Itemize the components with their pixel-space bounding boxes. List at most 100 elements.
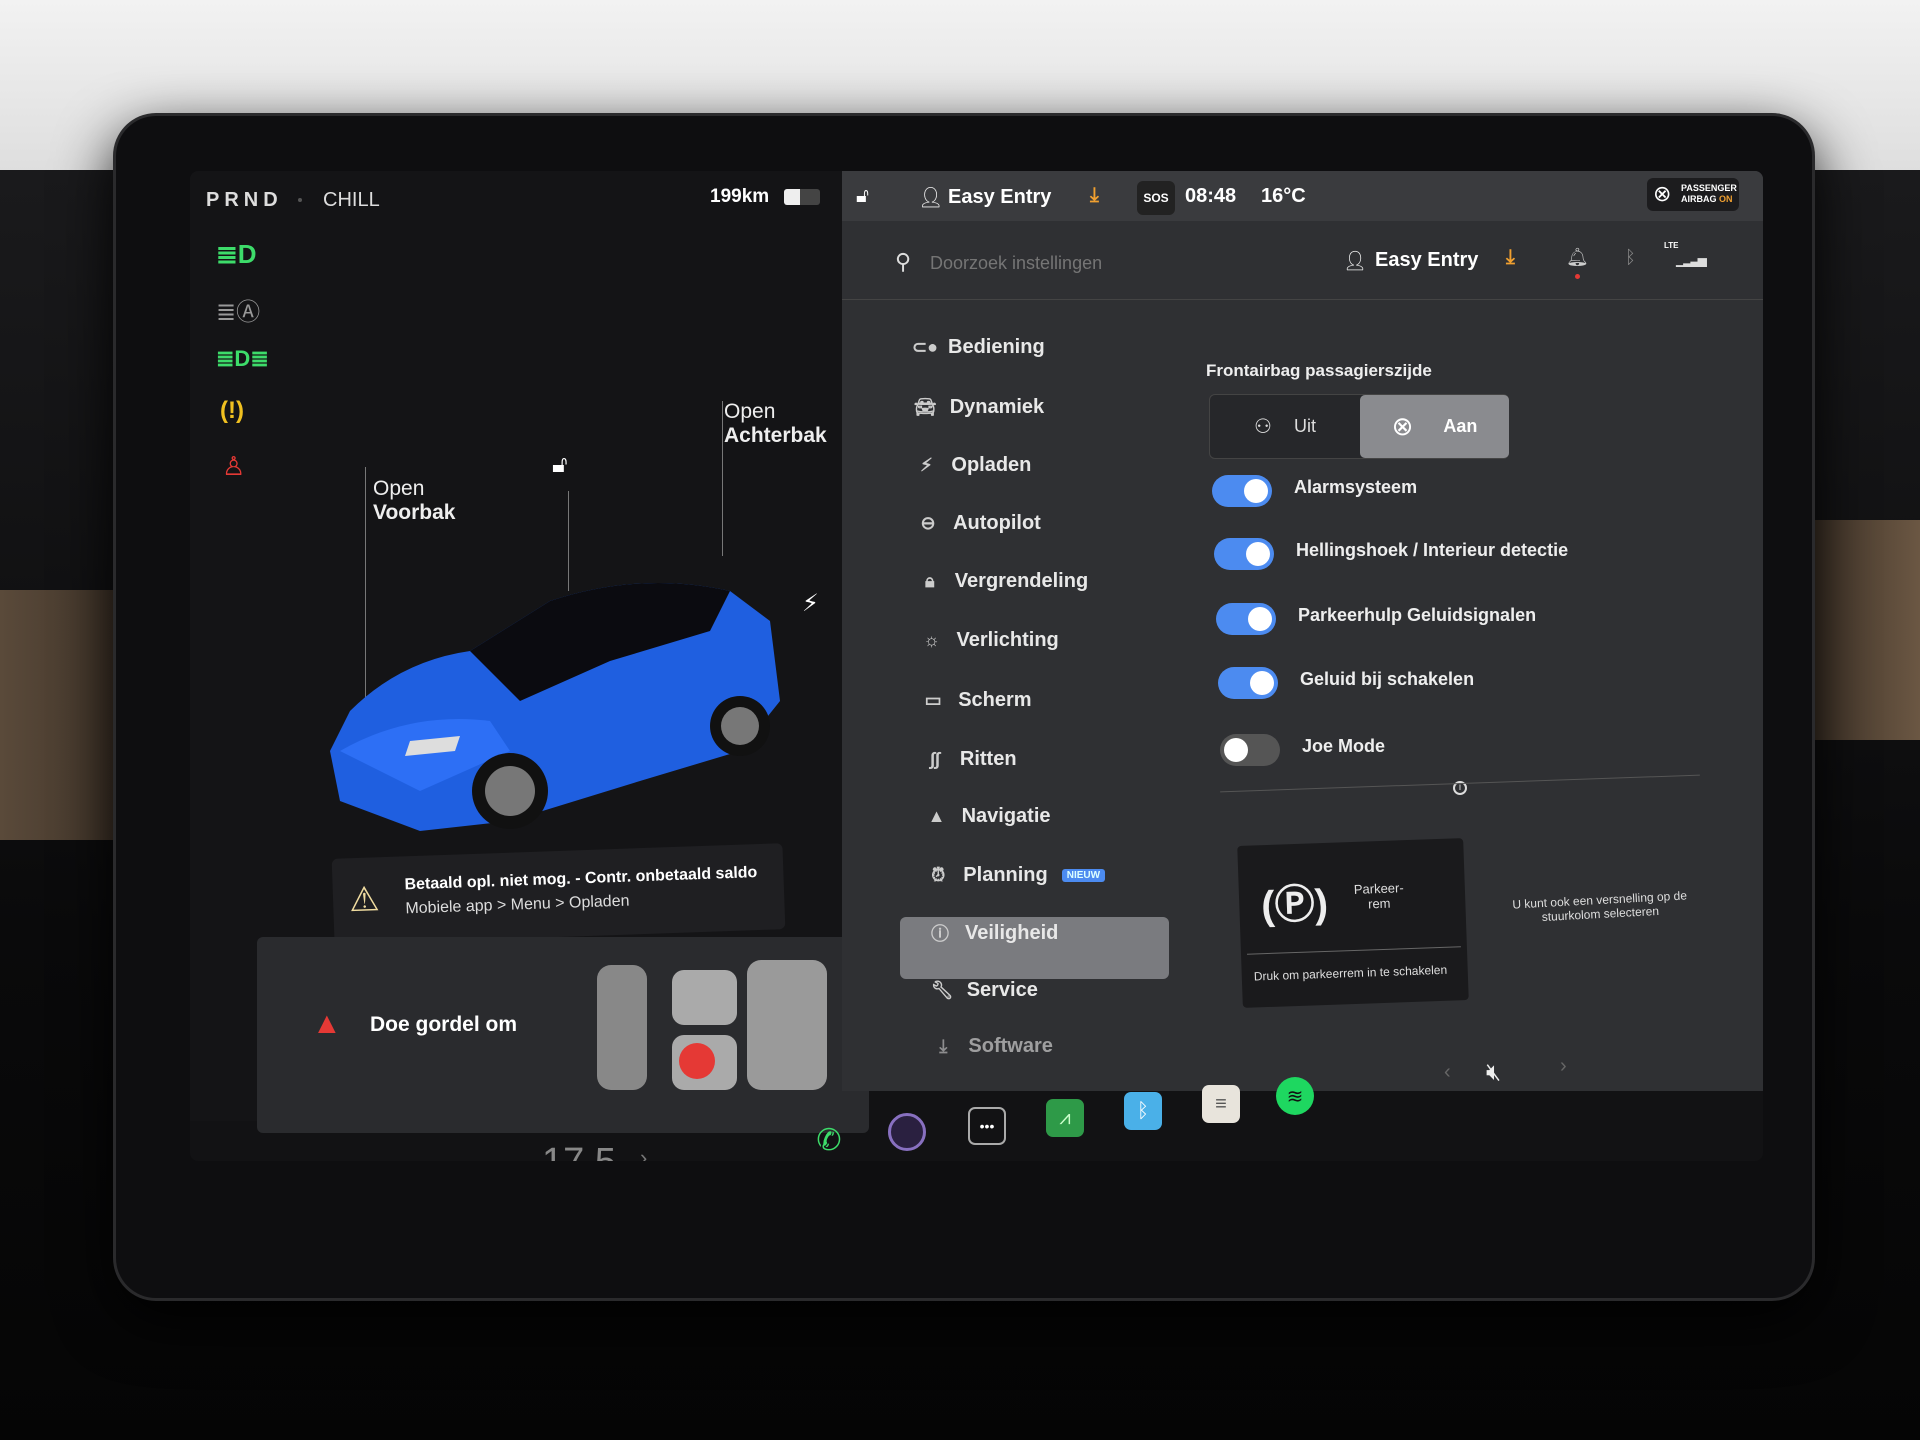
search-icon[interactable]: ⚲ [895, 249, 911, 275]
battery-indicator [784, 189, 820, 205]
next-arrow[interactable]: › [1560, 1055, 1567, 1078]
temp-down-arrow[interactable]: ‹ [502, 1156, 509, 1161]
temp-up-arrow[interactable]: › [640, 1145, 647, 1161]
menu-item-dynamiek[interactable]: 🚘︎ Dynamiek [914, 396, 1045, 419]
seatbelt-warning-icon: ♙ [222, 451, 246, 481]
profile-icon: 👤︎ [918, 187, 944, 209]
menu-item-bediening[interactable]: ⊂● Bediening [912, 336, 1045, 359]
airbag-segmented-control: ⚇ Uit ⊗ Aan [1209, 394, 1509, 459]
parking-brake-title: Parkeer- rem [1353, 880, 1404, 912]
unlock-icon[interactable]: 🔓︎ [552, 451, 568, 479]
frunk-label-2: Voorbak [373, 501, 456, 524]
menu-item-veiligheid[interactable]: ⓘ Veiligheid [929, 920, 1058, 946]
menu-item-verlichting[interactable]: ☼ Verlichting [921, 629, 1059, 652]
menu-item-ritten[interactable]: ∫∫ Ritten [924, 748, 1017, 771]
parking-brake-action: Druk om parkeerrem in te schakelen [1253, 962, 1448, 984]
parking-brake-icon: (Ⓟ) [1260, 881, 1329, 929]
airbag-state: ON [1719, 194, 1733, 204]
toggle-switch[interactable] [1218, 667, 1278, 699]
alert-circle-icon: ⓘ [931, 924, 949, 944]
gear-selector: PRND [206, 189, 283, 211]
low-beam-icon: ≣D [216, 239, 257, 269]
cabin-temperature[interactable]: 17.5 [542, 1141, 616, 1161]
volume-mute-icon[interactable]: 🔇︎ [1486, 1059, 1501, 1087]
profile-button[interactable]: Easy Entry [1375, 249, 1478, 272]
download-icon[interactable]: ⤓ [1090, 184, 1099, 207]
airbag-option-off[interactable]: ⚇ Uit [1210, 395, 1360, 458]
drive-mode: CHILL [323, 189, 380, 211]
toggle-label: Parkeerhulp Geluidsignalen [1298, 605, 1537, 625]
seatbelt-message: Doe gordel om [370, 1013, 518, 1036]
frunk-label-1: Open [373, 477, 425, 500]
menu-label: Planning [963, 864, 1048, 886]
toggle-switch[interactable] [1220, 734, 1280, 766]
charge-port-icon[interactable]: ⚡︎ [802, 589, 819, 618]
menu-label: Software [968, 1035, 1053, 1057]
menu-label: Scherm [958, 689, 1032, 711]
menu-item-opladen[interactable]: ⚡︎ Opladen [915, 454, 1031, 477]
open-frunk-button[interactable]: Open Voorbak [373, 477, 455, 525]
separator-dot [298, 198, 302, 202]
menu-label: Service [966, 979, 1038, 1001]
menu-label: Ritten [959, 748, 1017, 770]
trunk-pointer-line [722, 401, 723, 556]
spotify-icon[interactable]: ≋ [1276, 1077, 1314, 1115]
parking-brake-button[interactable]: (Ⓟ) Parkeer- rem Druk om parkeerrem in t… [1237, 838, 1469, 1008]
menu-label: Verlichting [956, 629, 1059, 651]
airbag-option-on[interactable]: ⊗ Aan [1360, 395, 1509, 458]
steering-wheel-icon: ⊖ [920, 513, 936, 533]
toggle-switch[interactable] [1216, 603, 1276, 635]
tire-pressure-icon: (!) [220, 397, 244, 424]
alert-title: Betaald opl. niet mog. - Contr. onbetaal… [404, 864, 758, 894]
menu-item-scherm[interactable]: ▭ Scherm [922, 689, 1032, 712]
sos-button[interactable]: SOS [1137, 181, 1175, 215]
car-model-image [330, 583, 780, 831]
software-download-icon[interactable]: ⤓ [1506, 246, 1515, 269]
alarm-icon: ⏰︎ [931, 865, 946, 885]
wood-trim-right [1800, 520, 1920, 740]
menu-item-service[interactable]: 🔧︎ Service [931, 979, 1038, 1002]
parking-brake-divider [1247, 946, 1461, 955]
search-input[interactable] [930, 247, 1230, 279]
menu-label: Navigatie [961, 805, 1051, 827]
notification-dot [1575, 274, 1580, 279]
clock: 08:48 [1185, 185, 1237, 207]
more-apps-icon[interactable]: ••• [968, 1107, 1006, 1145]
menu-item-vergrendeling[interactable]: 🔒︎ Vergrendeling [919, 570, 1088, 593]
charging-alert[interactable]: ⚠︎ Betaald opl. niet mog. - Contr. onbet… [331, 843, 786, 945]
toggle-label: Joe Mode [1302, 736, 1386, 756]
download-icon: ⤓ [939, 1036, 948, 1056]
toggle-label: Hellingshoek / Interieur detectie [1296, 540, 1569, 560]
notification-bell-icon[interactable]: 🔔︎ [1566, 247, 1589, 268]
lock-status-icon[interactable]: 🔓︎ [856, 185, 869, 208]
profile-name[interactable]: Easy Entry [948, 186, 1051, 209]
seat-diagram [597, 960, 827, 1090]
phone-icon[interactable]: ✆ [810, 1121, 848, 1159]
menu-item-navigatie[interactable]: ▲ Navigatie [926, 805, 1051, 828]
sun-icon: ☼ [923, 630, 940, 650]
camera-icon[interactable] [888, 1113, 926, 1151]
airbag-off-label: Uit [1293, 416, 1316, 436]
menu-item-planning[interactable]: ⏰︎ Planning NIEUW [927, 864, 1106, 887]
menu-item-software[interactable]: ⤓ Software [932, 1035, 1052, 1058]
previous-arrow[interactable]: ‹ [1444, 1061, 1451, 1084]
trunk-label-2: Achterbak [724, 424, 827, 447]
toggle-label: Alarmsysteem [1294, 477, 1418, 497]
menu-item-autopilot[interactable]: ⊖ Autopilot [917, 512, 1041, 535]
auto-high-beam-icon: ≣Ⓐ [216, 299, 261, 326]
network-type: LTE [1664, 241, 1679, 250]
stocks-app-icon[interactable]: ⩘ [1046, 1099, 1084, 1137]
range: 199km [710, 186, 770, 207]
bluetooth-icon[interactable]: ᛒ [1625, 247, 1636, 268]
parking-lights-icon: ≣D≣ [216, 346, 269, 371]
notes-app-icon[interactable]: ≡ [1202, 1085, 1240, 1123]
open-trunk-button[interactable]: Open Achterbak [724, 400, 827, 448]
toggle-switch[interactable] [1214, 538, 1274, 570]
menu-label: Dynamiek [949, 396, 1045, 418]
airbag-line1: PASSENGER [1681, 183, 1737, 193]
bluetooth-app-icon[interactable]: ᛒ [1124, 1092, 1162, 1130]
airbag-line2: AIRBAG [1681, 194, 1717, 204]
battery-fill [784, 189, 801, 205]
signal-strength-icon: ▁▂▃▅ [1676, 253, 1707, 267]
toggle-switch[interactable] [1212, 475, 1272, 507]
